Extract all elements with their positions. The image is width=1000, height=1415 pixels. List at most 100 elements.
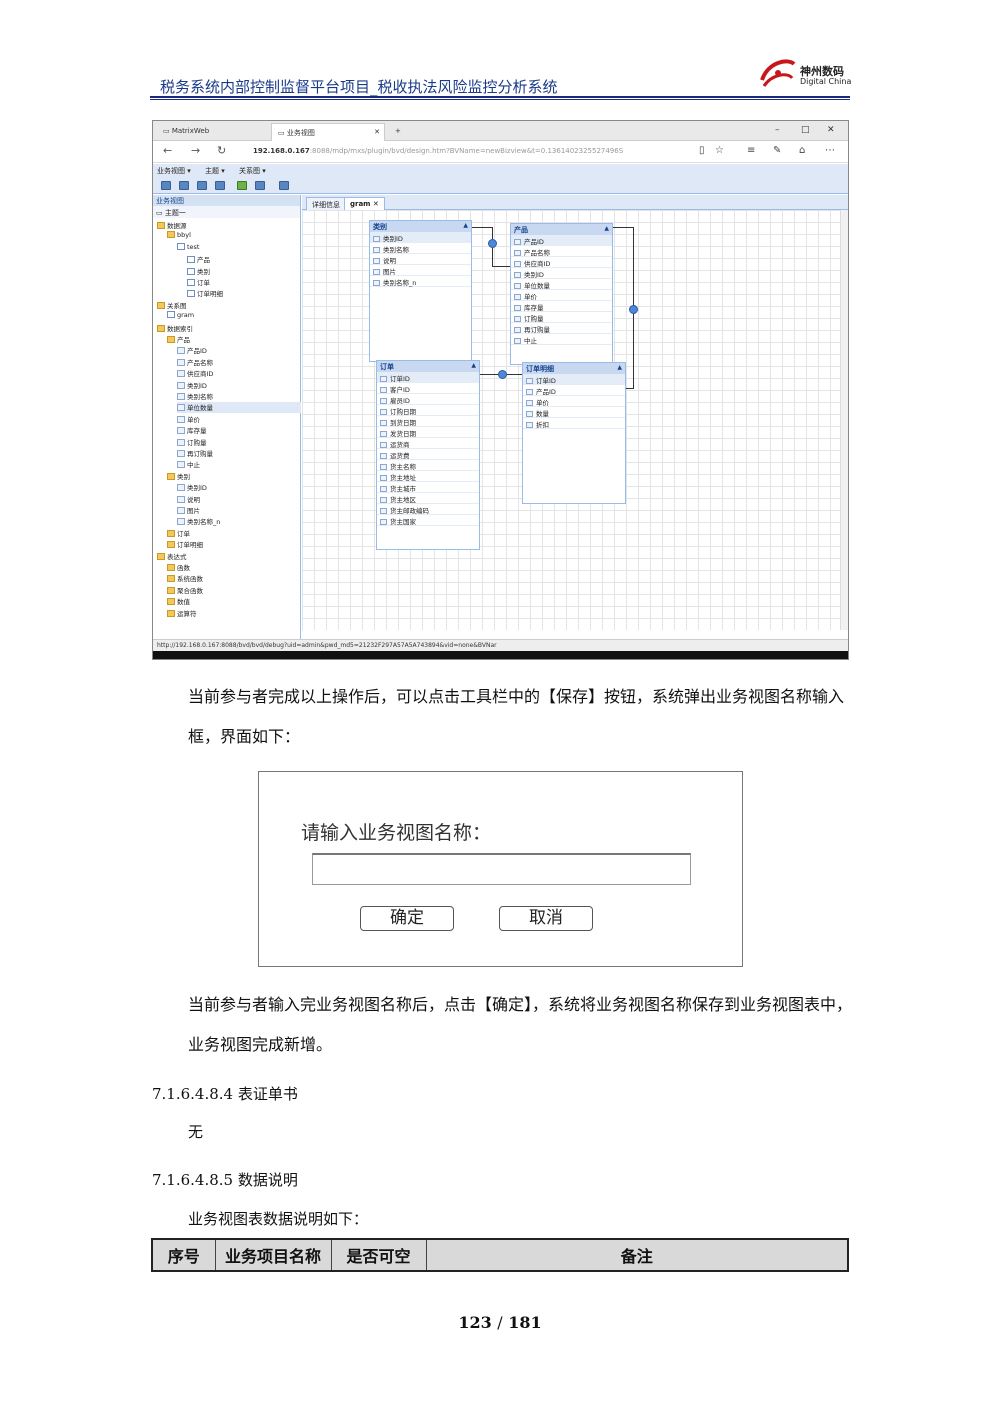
new-icon[interactable] [161,181,171,190]
entity-field[interactable]: 到货日期 [377,416,479,427]
entity-field[interactable]: 订购量 [511,312,612,323]
tree-item[interactable]: 函数 [167,562,301,573]
refresh-view-icon[interactable] [255,181,265,190]
tree-item[interactable]: 类别名称_n [177,516,301,527]
refresh-icon[interactable]: ↻ [217,144,226,157]
menu-relation[interactable]: 关系图 ▾ [239,166,266,176]
collapse-icon[interactable]: ▲ [617,364,622,371]
new-tab-button[interactable]: + [389,123,407,141]
menu-bizview[interactable]: 业务视图 ▾ [157,166,191,176]
hub-icon[interactable]: ≡ [747,145,755,156]
entity-field[interactable]: 产品ID [511,235,612,246]
entity-field[interactable]: 货主城市 [377,482,479,493]
tree-item[interactable]: 类别名称 [177,391,301,402]
reading-view-icon[interactable]: ▯ [699,145,705,156]
open-folder-icon[interactable] [197,181,207,190]
relation-join-icon[interactable] [629,305,638,314]
tab-close-icon[interactable]: ✕ [374,128,380,136]
tree-item[interactable]: 再订购量 [177,448,301,459]
tree-item[interactable]: 供应商ID [177,368,301,379]
tree-item[interactable]: 系统函数 [167,573,301,584]
collapse-icon[interactable]: ▲ [471,362,476,369]
entity-field[interactable]: 折扣 [523,418,625,429]
tree-item[interactable]: 类别ID [177,380,301,391]
fit-icon[interactable] [279,181,289,190]
entity-field[interactable]: 运货商 [377,438,479,449]
entity-order-detail[interactable]: 订单明细 ▲ 订单ID 产品ID 单价 数量 折扣 [522,362,626,504]
entity-field[interactable]: 供应商ID [511,257,612,268]
tree-item[interactable]: 产品名称 [177,357,301,368]
export-icon[interactable] [237,181,247,190]
bizview-name-input[interactable] [312,853,691,885]
tree-item[interactable]: 订单明细 [187,288,301,299]
entity-field[interactable]: 产品名称 [511,246,612,257]
back-icon[interactable]: ← [163,144,172,157]
entity-field[interactable]: 产品ID [523,385,625,396]
entity-field[interactable]: 单价 [523,396,625,407]
menu-theme[interactable]: 主题 ▾ [205,166,225,176]
entity-field[interactable]: 货主国家 [377,515,479,526]
maximize-icon[interactable]: □ [801,125,810,135]
minimize-icon[interactable]: – [775,125,780,135]
entity-field[interactable]: 单价 [511,290,612,301]
entity-field[interactable]: 库存量 [511,301,612,312]
entity-field[interactable]: 类别ID [511,268,612,279]
tree-item[interactable]: 产品 [167,334,301,345]
canvas-scrollbar[interactable] [840,210,848,630]
tree-item[interactable]: 类别 [167,471,301,482]
tree-item[interactable]: 单位数量 [177,402,301,414]
tree-item[interactable]: 订单明细 [167,539,301,550]
tree-item[interactable]: 数据源 [157,220,301,231]
tree-item[interactable]: 表达式 [157,551,301,562]
save-icon[interactable] [215,181,225,190]
confirm-button[interactable]: 确定 [360,906,454,931]
entity-field[interactable]: 中止 [511,334,612,345]
entity-field[interactable]: 货主地区 [377,493,479,504]
entity-field[interactable]: 类别ID [370,232,471,243]
browser-tab-bizview[interactable]: ▭ 业务视图 ✕ [271,123,385,141]
tree-item[interactable]: 中止 [177,459,301,470]
entity-order[interactable]: 订单 ▲ 订单ID 客户ID 雇员ID 订购日期 到货日期 发货日期 运货商 运货费 货主名称 货主地… [376,360,480,550]
entity-field[interactable]: 货主名称 [377,460,479,471]
tree-item[interactable]: 订单 [187,277,301,288]
tree-item[interactable]: 运算符 [167,608,301,619]
entity-product[interactable]: 产品 ▲ 产品ID 产品名称 供应商ID 类别ID 单位数量 单价 库存量 订购量 再订购量 中止 [510,223,613,365]
tree-item[interactable]: 单价 [177,414,301,425]
entity-field[interactable]: 货主地址 [377,471,479,482]
tree-item[interactable]: 说明 [177,494,301,505]
entity-field[interactable]: 雇员ID [377,394,479,405]
more-icon[interactable]: ⋯ [825,145,835,156]
open-icon[interactable] [179,181,189,190]
entity-field[interactable]: 说明 [370,254,471,265]
entity-field[interactable]: 订单ID [377,372,479,383]
tree-item[interactable]: 库存量 [177,425,301,436]
theme-title[interactable]: ▭ 主题一 [153,206,300,218]
tree-item[interactable]: 类别ID [177,482,301,493]
entity-field[interactable]: 单位数量 [511,279,612,290]
entity-field[interactable]: 图片 [370,265,471,276]
tree-item[interactable]: 图片 [177,505,301,516]
relation-join-icon[interactable] [498,370,507,379]
tree-item[interactable]: 类别 [187,266,301,277]
entity-field[interactable]: 客户ID [377,383,479,394]
entity-field[interactable]: 运货费 [377,449,479,460]
share-icon[interactable]: ⌂ [799,145,805,156]
entity-field[interactable]: 订购日期 [377,405,479,416]
tab-details[interactable]: 详细信息 [306,197,346,210]
entity-field[interactable]: 发货日期 [377,427,479,438]
entity-category[interactable]: 类别 ▲ 类别ID 类别名称 说明 图片 类别名称_n [369,220,472,362]
window-close-icon[interactable]: ✕ [827,125,835,135]
entity-field[interactable]: 类别名称_n [370,276,471,287]
tree-item[interactable]: 数值 [167,596,301,607]
collapse-icon[interactable]: ▲ [604,225,609,232]
tree-item[interactable]: 数据索引 [157,323,301,334]
entity-field[interactable]: 订单ID [523,374,625,385]
favorite-star-icon[interactable]: ☆ [715,145,724,156]
tree-item[interactable]: bbyl [167,231,301,242]
note-icon[interactable]: ✎ [773,145,781,156]
url-field[interactable]: 192.168.0.167:8088/mdp/mxs/plugin/bvd/de… [253,147,623,155]
tree-item[interactable]: 产品 [187,254,301,265]
tab-gram[interactable]: gram ✕ [344,197,385,210]
tree-item[interactable]: test [177,242,301,254]
browser-tab-matrixweb[interactable]: ▭ MatrixWeb [157,123,215,141]
